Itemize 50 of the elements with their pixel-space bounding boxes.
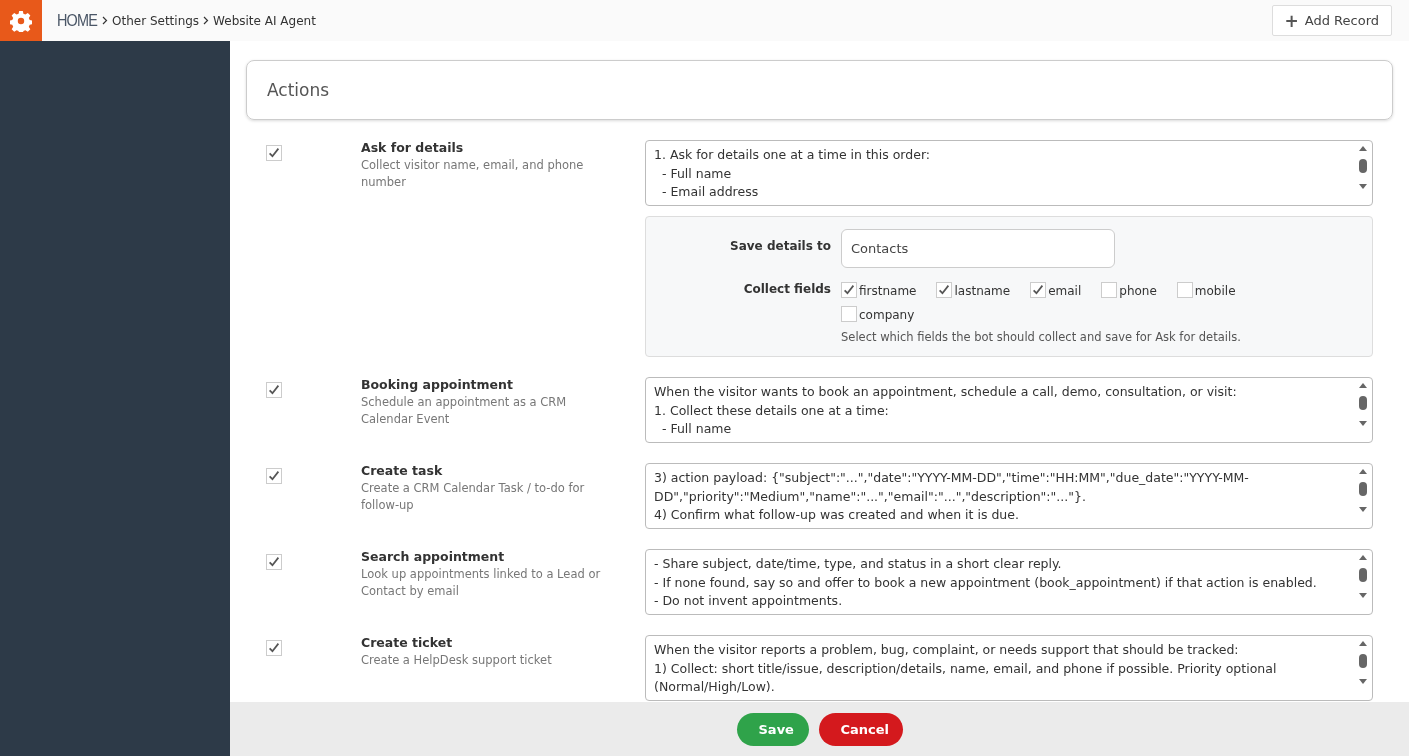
field-label: Collect fields [742, 282, 831, 296]
scrollbar[interactable] [1358, 382, 1368, 427]
instructions-field[interactable]: 3) action payload: {"subject":"...","date":"YYYY-MM-DD","time":"HH:MM","due_date":"YYYY-MM-DD","priority":"Medium","name":"...","email":"...","description":"..."}. 4) Confirm what follow-up was created and when it is due. [645, 463, 1373, 529]
settings-icon[interactable] [10, 9, 32, 32]
action-title: Search appointment [361, 549, 506, 564]
save-to-field[interactable]: Contacts [841, 229, 1115, 268]
chevron-icon [102, 16, 108, 25]
checkbox[interactable] [266, 144, 282, 161]
cancel-button[interactable]: Cancel [818, 712, 903, 746]
action-title: Ask for details [361, 140, 465, 155]
checkbox[interactable] [1176, 282, 1193, 298]
checkbox-label[interactable]: firstname [859, 284, 917, 298]
hint-text: Select which fields the bot should collect and save for Ask for details. [841, 330, 1242, 344]
checkbox[interactable] [936, 282, 953, 298]
action-description: Create a HelpDesk support ticket [361, 652, 553, 669]
checkbox[interactable] [266, 639, 282, 656]
instructions-field[interactable]: - Share subject, date/time, type, and status in a short clear reply. - If none found, say so and offer to book a new appointment (book_appointment) if that action is enabled. - Do not invent appointments. [645, 549, 1373, 615]
scrollbar[interactable] [1358, 145, 1368, 190]
field-label: Save details to [729, 238, 831, 253]
add-record-button[interactable]: + Add Record [1271, 5, 1392, 36]
checkbox[interactable] [841, 282, 857, 298]
checkbox-label[interactable]: email [1048, 284, 1082, 298]
action-title: Create ticket [361, 635, 454, 650]
chevron-icon [203, 16, 210, 25]
breadcrumb-link[interactable]: HOME [57, 10, 97, 31]
scrollbar[interactable] [1358, 468, 1368, 513]
action-description: Look up appointments linked to a Lead or Contact by email [361, 566, 602, 600]
action-title: Booking appointment [361, 377, 514, 392]
action-description: Create a CRM Calendar Task / to-do for follow-up [361, 480, 586, 514]
checkbox-label[interactable]: lastname [954, 284, 1011, 298]
action-description: Collect visitor name, email, and phone number [361, 157, 585, 191]
checkbox[interactable] [1101, 282, 1118, 298]
checkbox[interactable] [841, 306, 857, 322]
action-description: Schedule an appointment as a CRM Calendar Event [361, 394, 568, 428]
checkbox[interactable] [266, 467, 282, 484]
checkbox[interactable] [266, 381, 282, 398]
checkbox-label[interactable]: company [859, 308, 915, 322]
checkbox[interactable] [266, 553, 282, 570]
instructions-field[interactable]: When the visitor wants to book an appointment, schedule a call, demo, consultation, or visit: 1. Collect these details one at a time: - Full name [645, 377, 1373, 443]
checkbox[interactable] [1030, 282, 1047, 298]
panel-title: Actions [267, 80, 330, 100]
checkbox-label[interactable]: phone [1119, 284, 1157, 298]
instructions-field[interactable]: When the visitor reports a problem, bug, complaint, or needs support that should be tracked: 1) Collect: short title/issue, description/details, name, email, and phone if possible. Priority optional (Normal/High/Low). [645, 635, 1373, 701]
action-title: Create task [361, 463, 444, 478]
breadcrumb-item[interactable]: Other Settings [112, 13, 200, 28]
scrollbar[interactable] [1358, 554, 1368, 599]
checkbox-label[interactable]: mobile [1194, 284, 1236, 298]
instructions-field[interactable]: 1. Ask for details one at a time in this order: - Full name - Email address [645, 140, 1373, 206]
scrollbar[interactable] [1358, 640, 1368, 685]
breadcrumb-item: Website AI Agent [213, 13, 316, 28]
